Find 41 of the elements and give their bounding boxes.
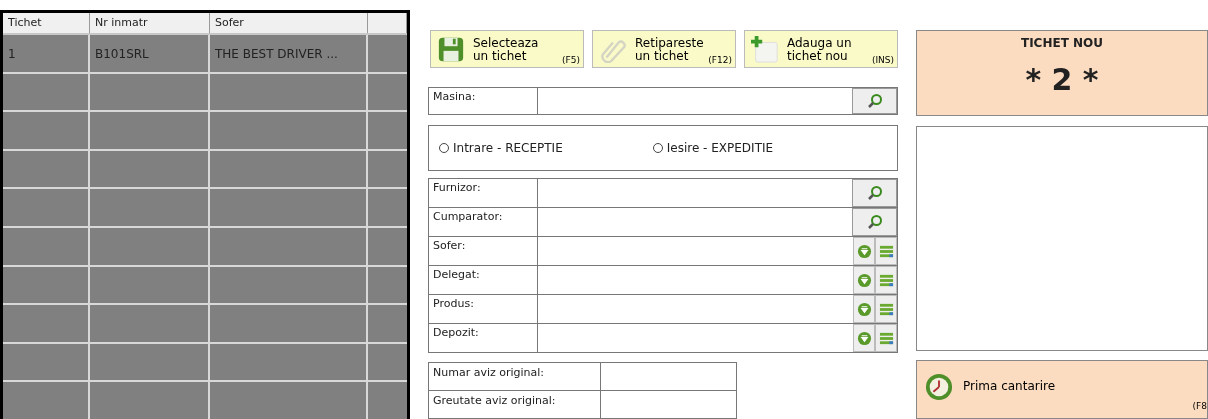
action-button[interactable]: Adauga un tichet nou (INS)	[744, 30, 898, 68]
ticket-number: * 2 *	[1025, 62, 1099, 97]
column-header[interactable]: Tichet	[3, 13, 90, 33]
list-button[interactable]	[875, 295, 897, 323]
list-button[interactable]	[875, 324, 897, 352]
action-button[interactable]: Retipareste un tichet (F12)	[592, 30, 736, 68]
dropdown-button[interactable]	[853, 295, 875, 323]
list-button[interactable]	[875, 266, 897, 294]
down-arrow-circle-icon	[856, 330, 872, 346]
direction-radio[interactable]: Intrare - RECEPTIE	[439, 140, 563, 155]
ticket-title: TICHET NOU	[1020, 36, 1104, 50]
table-cell: B101SRL	[90, 35, 210, 72]
search-icon	[866, 185, 883, 201]
down-arrow-circle-icon	[856, 272, 872, 288]
search-button[interactable]	[852, 179, 897, 207]
column-header[interactable]: Sofer	[210, 13, 368, 33]
search-button[interactable]	[852, 208, 897, 236]
vehicle-field[interactable]: Masina:	[428, 87, 898, 115]
table-cell: 1	[3, 35, 90, 72]
list-icon	[878, 243, 894, 259]
field-label: Greutate aviz original:	[429, 391, 601, 418]
search-icon	[866, 214, 883, 230]
dropdown-button[interactable]	[853, 324, 875, 352]
weigh-button[interactable]: Prima cantarire (F8	[916, 359, 1208, 419]
field-label: Numar aviz original:	[429, 363, 601, 390]
dropdown-button[interactable]	[853, 237, 875, 265]
table-cell: THE BEST DRIVER ...	[210, 35, 368, 72]
down-arrow-circle-icon	[856, 243, 872, 259]
direction-radio[interactable]: Iesire - EXPEDITIE	[652, 140, 774, 155]
list-icon	[878, 301, 894, 317]
search-button[interactable]	[852, 88, 897, 114]
search-icon	[866, 92, 883, 109]
clock-icon	[925, 372, 953, 401]
column-header[interactable]: Nr inmatr	[90, 13, 210, 33]
add-document-icon	[751, 35, 779, 63]
list-icon	[878, 272, 894, 288]
down-arrow-circle-icon	[856, 301, 872, 317]
list-icon	[878, 330, 894, 346]
list-button[interactable]	[875, 237, 897, 265]
action-button[interactable]: Selecteaza un tichet (F5)	[430, 30, 584, 68]
dropdown-button[interactable]	[853, 266, 875, 294]
